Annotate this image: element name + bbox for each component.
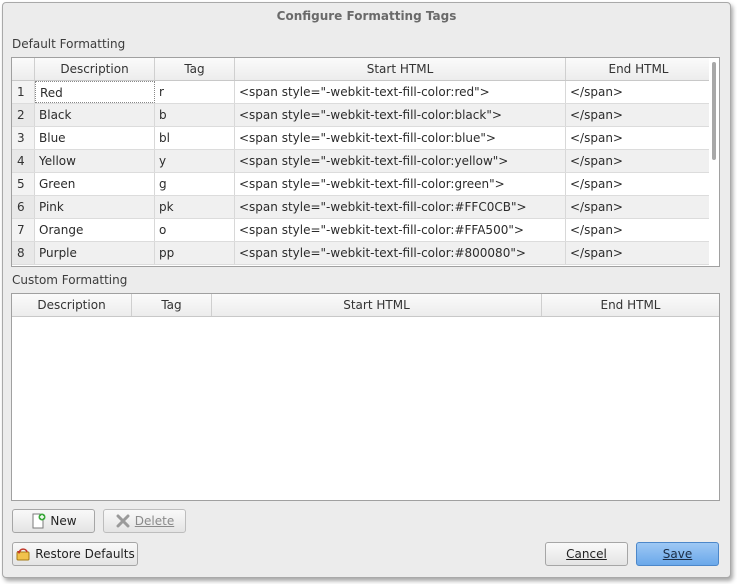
end-html-cell[interactable]: </span> xyxy=(566,81,711,103)
end-html-cell[interactable]: </span> xyxy=(566,150,711,172)
custom-table-header: Description Tag Start HTML End HTML xyxy=(12,294,719,317)
start-html-cell[interactable]: <span style="-webkit-text-fill-color:gre… xyxy=(235,173,566,195)
row-number-cell: 2 xyxy=(12,104,35,126)
description-cell[interactable]: Orange xyxy=(35,219,155,241)
row-number-cell: 8 xyxy=(12,242,35,264)
table-row[interactable]: 2 Black b <span style="-webkit-text-fill-co… xyxy=(12,104,711,127)
row-number-cell: 7 xyxy=(12,219,35,241)
cancel-button[interactable]: Cancel xyxy=(545,542,628,566)
save-button-label: Save xyxy=(662,547,693,561)
row-number-cell: 3 xyxy=(12,127,35,149)
description-cell[interactable]: Yellow xyxy=(35,150,155,172)
default-table-header: Description Tag Start HTML End HTML xyxy=(12,58,719,81)
tag-cell[interactable]: r xyxy=(155,81,235,103)
default-table-scrollbar[interactable] xyxy=(709,58,719,266)
start-html-cell[interactable]: <span style="-webkit-text-fill-color:blu… xyxy=(235,127,566,149)
custom-end-html-column-header[interactable]: End HTML xyxy=(542,294,719,316)
start-html-cell[interactable]: <span style="-webkit-text-fill-color:#FF… xyxy=(235,196,566,218)
tag-cell[interactable]: o xyxy=(155,219,235,241)
description-cell[interactable]: Black xyxy=(35,104,155,126)
delete-button-label: Delete xyxy=(134,514,175,528)
start-html-column-header[interactable]: Start HTML xyxy=(235,58,566,80)
custom-start-html-column-header[interactable]: Start HTML xyxy=(212,294,542,316)
description-cell[interactable]: Red xyxy=(35,81,155,103)
restore-defaults-label: Restore Defaults xyxy=(35,547,135,561)
default-formatting-table: Description Tag Start HTML End HTML 1 Red… xyxy=(11,57,720,267)
save-button[interactable]: Save xyxy=(636,542,719,566)
end-html-cell[interactable]: </span> xyxy=(566,173,711,195)
custom-tag-column-header[interactable]: Tag xyxy=(132,294,212,316)
end-html-cell[interactable]: </span> xyxy=(566,127,711,149)
table-row[interactable]: 5 Green g <span style="-webkit-text-fill-co… xyxy=(12,173,711,196)
end-html-cell[interactable]: </span> xyxy=(566,196,711,218)
description-cell[interactable]: Purple xyxy=(35,242,155,264)
description-cell[interactable]: Pink xyxy=(35,196,155,218)
tag-cell[interactable]: pk xyxy=(155,196,235,218)
table-row[interactable]: 6 Pink pk <span style="-webkit-text-fill-co… xyxy=(12,196,711,219)
scrollbar-thumb[interactable] xyxy=(712,62,716,160)
start-html-cell[interactable]: <span style="-webkit-text-fill-color:#80… xyxy=(235,242,566,264)
description-cell[interactable]: Blue xyxy=(35,127,155,149)
tag-cell[interactable]: y xyxy=(155,150,235,172)
tag-cell[interactable]: pp xyxy=(155,242,235,264)
description-cell[interactable]: Green xyxy=(35,173,155,195)
restore-defaults-button[interactable]: Restore Defaults xyxy=(12,542,138,566)
row-number-cell: 4 xyxy=(12,150,35,172)
row-number-header xyxy=(12,58,35,80)
new-button-label: New xyxy=(50,514,77,528)
cancel-button-label: Cancel xyxy=(566,547,607,561)
table-row[interactable]: 8 Purple pp <span style="-webkit-text-fill-… xyxy=(12,242,711,265)
dialog-title: Configure Formatting Tags xyxy=(276,9,457,23)
tag-cell[interactable]: g xyxy=(155,173,235,195)
new-document-icon xyxy=(30,513,46,529)
start-html-cell[interactable]: <span style="-webkit-text-fill-color:red… xyxy=(235,81,566,103)
custom-description-column-header[interactable]: Description xyxy=(12,294,132,316)
row-number-cell: 5 xyxy=(12,173,35,195)
end-html-cell[interactable]: </span> xyxy=(566,104,711,126)
delete-button[interactable]: Delete xyxy=(103,509,186,533)
row-number-cell: 1 xyxy=(12,81,35,103)
start-html-cell[interactable]: <span style="-webkit-text-fill-color:yel… xyxy=(235,150,566,172)
delete-x-icon xyxy=(115,513,131,529)
configure-formatting-tags-dialog: Configure Formatting Tags Default Format… xyxy=(2,2,731,578)
table-row[interactable]: 7 Orange o <span style="-webkit-text-fill-c… xyxy=(12,219,711,242)
tag-cell[interactable]: b xyxy=(155,104,235,126)
start-html-cell[interactable]: <span style="-webkit-text-fill-color:bla… xyxy=(235,104,566,126)
end-html-column-header[interactable]: End HTML xyxy=(566,58,711,80)
default-formatting-label: Default Formatting xyxy=(12,37,126,51)
end-html-cell[interactable]: </span> xyxy=(566,242,711,264)
tag-column-header[interactable]: Tag xyxy=(155,58,235,80)
custom-formatting-table[interactable]: Description Tag Start HTML End HTML xyxy=(11,293,720,501)
start-html-cell[interactable]: <span style="-webkit-text-fill-color:#FF… xyxy=(235,219,566,241)
undo-arrow-icon xyxy=(15,546,31,562)
end-html-cell[interactable]: </span> xyxy=(566,219,711,241)
tag-cell[interactable]: bl xyxy=(155,127,235,149)
row-number-cell: 6 xyxy=(12,196,35,218)
table-row[interactable]: 4 Yellow y <span style="-webkit-text-fill-c… xyxy=(12,150,711,173)
new-button[interactable]: New xyxy=(12,509,95,533)
table-row[interactable]: 1 Red r <span style="-webkit-text-fill-colo… xyxy=(12,81,711,104)
description-column-header[interactable]: Description xyxy=(35,58,155,80)
custom-formatting-label: Custom Formatting xyxy=(12,273,128,287)
table-row[interactable]: 3 Blue bl <span style="-webkit-text-fill-co… xyxy=(12,127,711,150)
